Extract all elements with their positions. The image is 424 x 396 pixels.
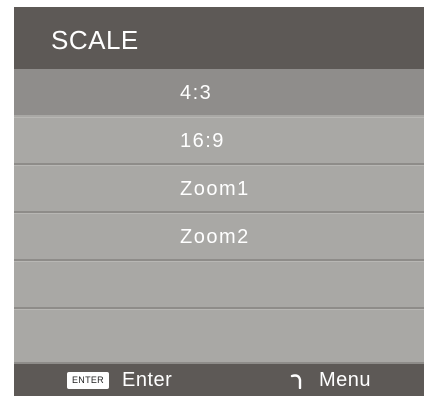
enter-key-icon: ENTER: [67, 372, 109, 389]
enter-hint-label: Enter: [122, 369, 173, 391]
option-label: Zoom2: [180, 226, 250, 248]
option-empty-1: [14, 261, 424, 309]
option-4-3[interactable]: 4:3: [14, 69, 424, 117]
menu-hint-label: Menu: [319, 369, 372, 391]
footer-hint-bar: ENTER Enter Menu: [14, 364, 424, 396]
scale-menu-panel: SCALE 4:3 16:9 Zoom1 Zoom2 ENTER Enter M…: [14, 7, 424, 396]
return-icon: [290, 374, 302, 389]
menu-title-bar: SCALE: [14, 7, 424, 69]
option-zoom2[interactable]: Zoom2: [14, 213, 424, 261]
option-label: 16:9: [180, 130, 225, 152]
option-zoom1[interactable]: Zoom1: [14, 165, 424, 213]
option-16-9[interactable]: 16:9: [14, 117, 424, 165]
option-label: 4:3: [180, 82, 213, 104]
option-empty-2: [14, 309, 424, 364]
option-label: Zoom1: [180, 178, 250, 200]
menu-title: SCALE: [51, 25, 139, 55]
